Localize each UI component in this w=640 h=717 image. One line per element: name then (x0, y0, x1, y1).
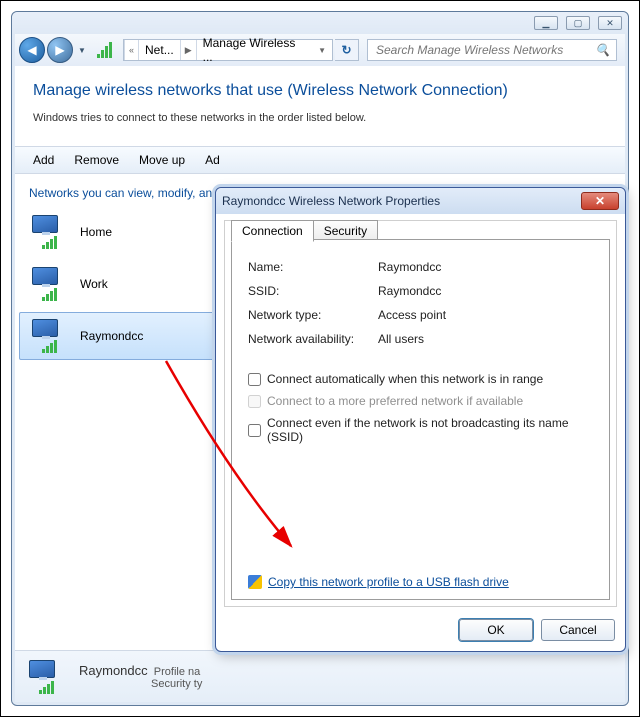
label-availability: Network availability: (248, 332, 378, 346)
tab-connection-page: Name: Raymondcc SSID: Raymondcc Network … (231, 239, 610, 600)
label-ssid: SSID: (248, 284, 378, 298)
tab-connection[interactable]: Connection (231, 220, 314, 242)
checkbox-broadcast-label: Connect even if the network is not broad… (267, 416, 593, 444)
checkbox-auto-connect[interactable]: Connect automatically when this network … (248, 372, 593, 386)
value-availability: All users (378, 332, 593, 346)
minimize-button[interactable]: ▁ (534, 16, 558, 30)
toolbar-moveup[interactable]: Move up (129, 147, 195, 173)
maximize-button[interactable]: ▢ (566, 16, 590, 30)
crumb-net[interactable]: Net... (139, 40, 180, 60)
value-type: Access point (378, 308, 593, 322)
forward-button[interactable]: ▶ (47, 37, 73, 63)
checkbox-broadcast[interactable]: Connect even if the network is not broad… (248, 416, 593, 444)
search-box[interactable]: 🔍 (367, 39, 617, 61)
close-button[interactable]: ✕ (598, 16, 622, 30)
cancel-button[interactable]: Cancel (541, 619, 615, 641)
crumb-manage[interactable]: Manage Wireless ... (197, 40, 312, 60)
network-label: Work (80, 277, 108, 291)
crumb-arrow-icon: « (124, 40, 139, 60)
footer-profile-label: Profile na (154, 666, 200, 678)
toolbar: Add Remove Move up Ad (15, 146, 625, 174)
search-input[interactable] (374, 42, 595, 58)
toolbar-remove[interactable]: Remove (64, 147, 129, 173)
title-bar: ▁ ▢ ✕ (12, 12, 628, 34)
network-icon (28, 319, 70, 353)
checkbox-auto-connect-label: Connect automatically when this network … (267, 372, 543, 386)
network-label: Home (80, 225, 112, 239)
refresh-button[interactable]: ↻ (335, 39, 359, 61)
details-pane: Raymondcc Profile na Security ty (15, 650, 625, 702)
network-label: Raymondcc (80, 329, 143, 343)
checkbox-preferred: Connect to a more preferred network if a… (248, 394, 593, 408)
ok-button[interactable]: OK (459, 619, 533, 641)
checkbox-auto-connect-input[interactable] (248, 373, 261, 386)
crumb-dropdown-icon[interactable]: ▼ (312, 46, 332, 55)
signal-icon (95, 40, 117, 60)
network-icon (28, 215, 70, 249)
search-icon: 🔍 (595, 43, 610, 57)
dialog-title: Raymondcc Wireless Network Properties (222, 194, 440, 208)
network-icon (25, 660, 67, 694)
checkbox-preferred-label: Connect to a more preferred network if a… (267, 394, 523, 408)
nav-bar: ◀ ▶ ▼ « Net... ▶ Manage Wireless ... ▼ ↻… (15, 34, 625, 66)
shield-icon (248, 575, 262, 589)
history-dropdown[interactable]: ▼ (75, 37, 89, 63)
properties-dialog: Raymondcc Wireless Network Properties ✕ … (215, 187, 626, 652)
page-subtitle: Windows tries to connect to these networ… (33, 112, 607, 124)
value-ssid: Raymondcc (378, 284, 593, 298)
network-icon (28, 267, 70, 301)
crumb-chevron-icon: ▶ (180, 40, 197, 60)
dialog-title-bar: Raymondcc Wireless Network Properties ✕ (216, 188, 625, 214)
toolbar-ad[interactable]: Ad (195, 147, 230, 173)
label-name: Name: (248, 260, 378, 274)
footer-security-label: Security ty (151, 678, 202, 690)
toolbar-add[interactable]: Add (23, 147, 64, 173)
checkbox-preferred-input (248, 395, 261, 408)
address-bar[interactable]: « Net... ▶ Manage Wireless ... ▼ (123, 39, 333, 61)
footer-name: Raymondcc (79, 663, 148, 678)
checkbox-broadcast-input[interactable] (248, 424, 261, 437)
page-title: Manage wireless networks that use (Wirel… (33, 82, 607, 100)
copy-profile-link[interactable]: Copy this network profile to a USB flash… (268, 575, 509, 589)
label-type: Network type: (248, 308, 378, 322)
value-name: Raymondcc (378, 260, 593, 274)
dialog-close-button[interactable]: ✕ (581, 192, 619, 210)
back-button[interactable]: ◀ (19, 37, 45, 63)
